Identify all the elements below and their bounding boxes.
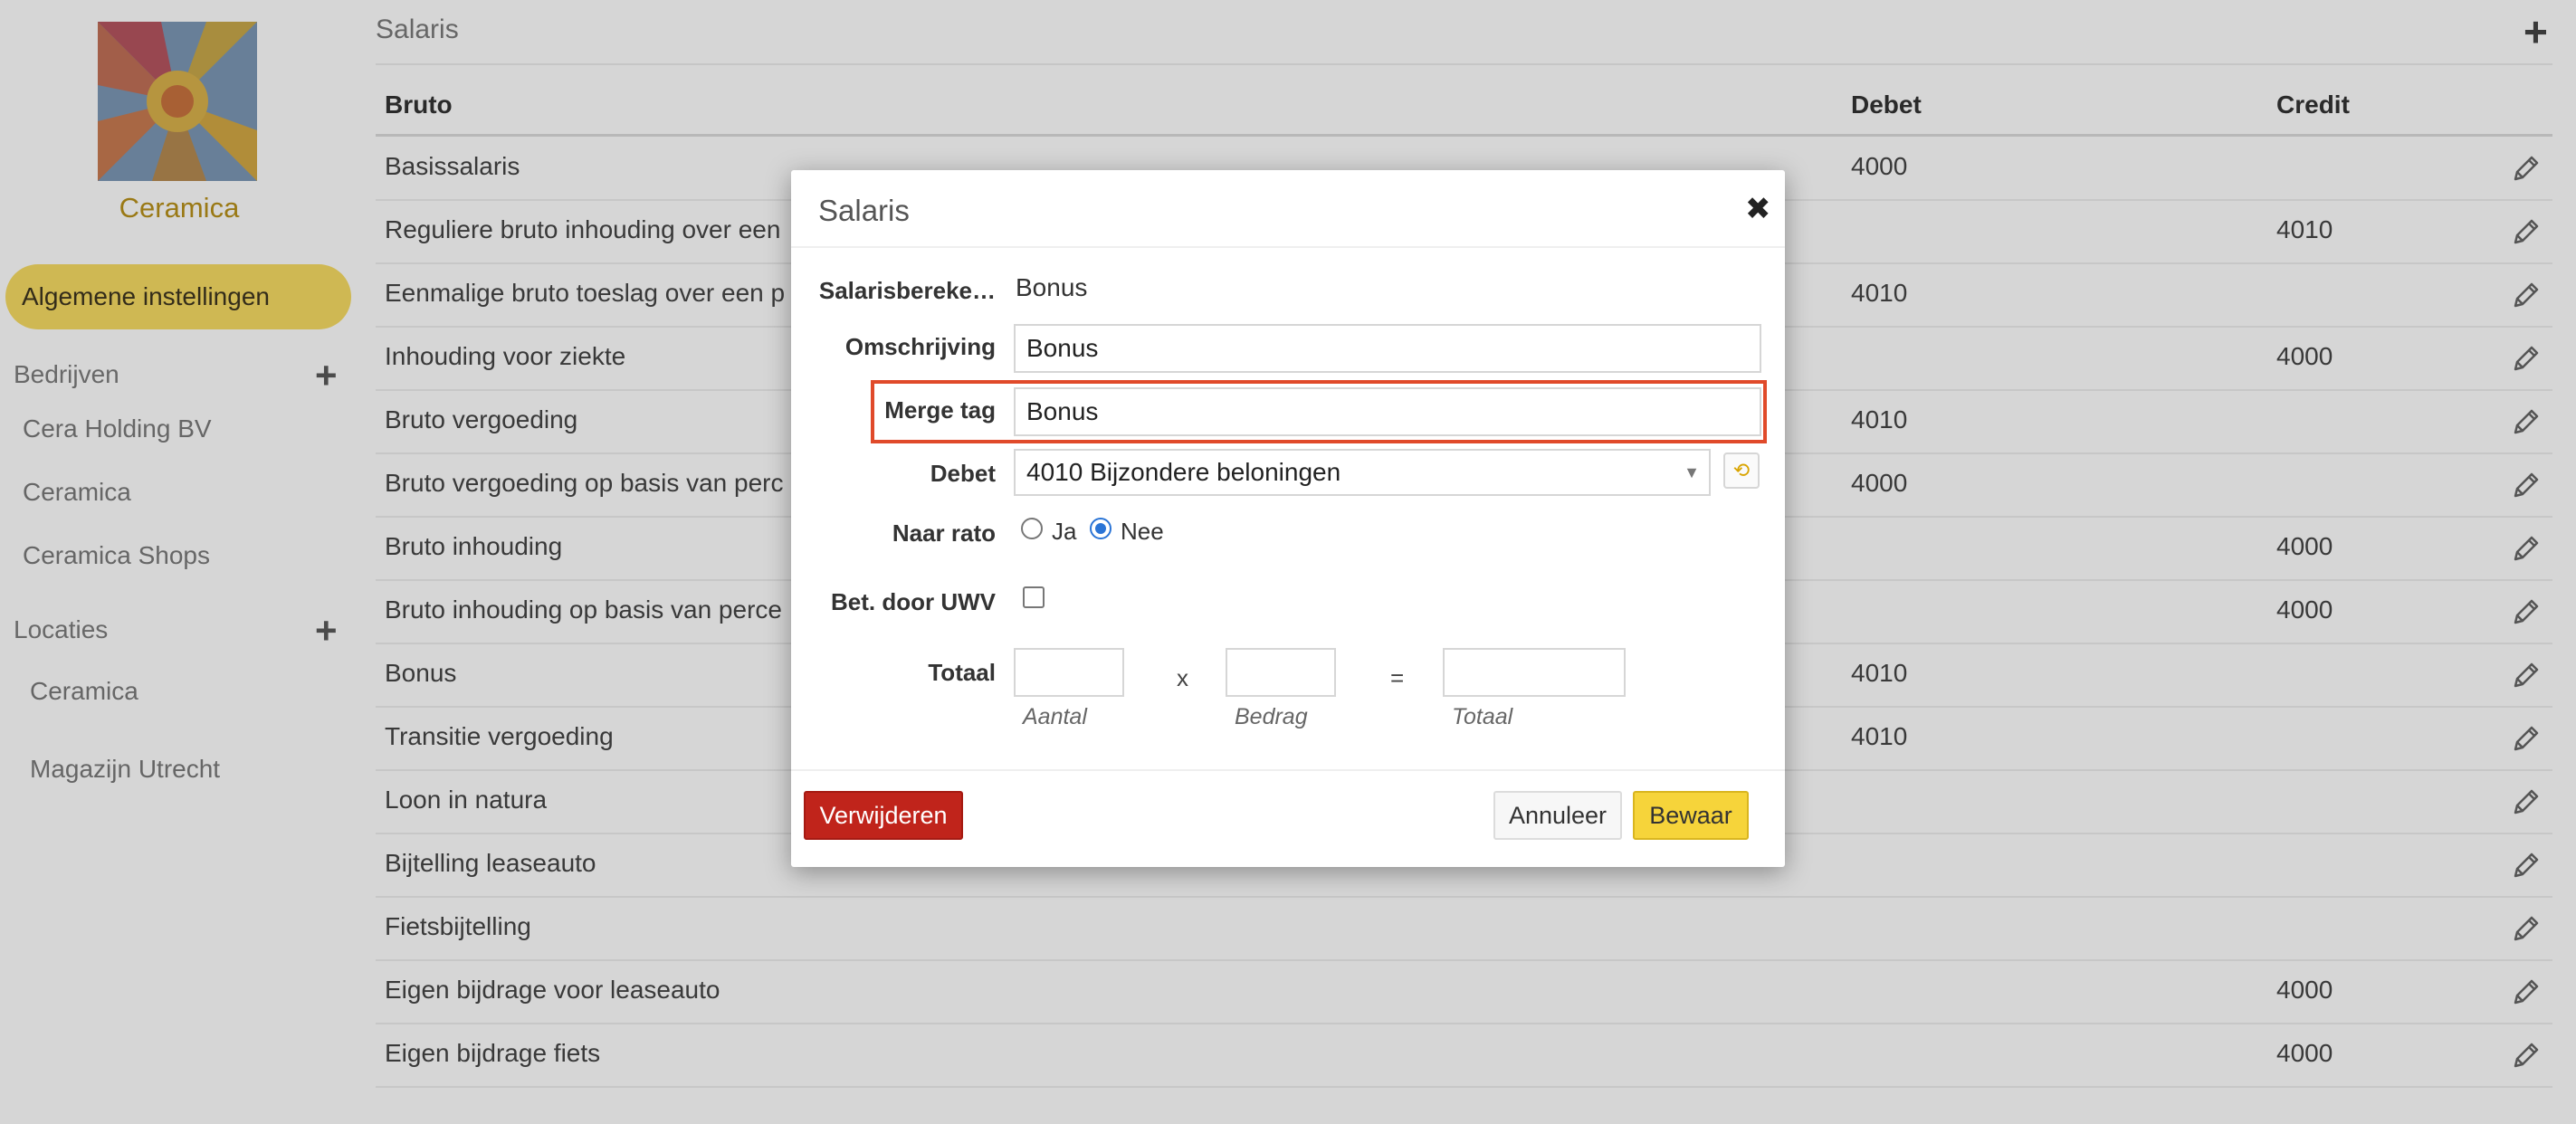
- quantity-hint: Aantal: [1023, 704, 1087, 729]
- pro-rata-no-label: Nee: [1121, 518, 1164, 545]
- dialog-title: Salaris: [818, 194, 910, 227]
- pro-rata-yes-radio[interactable]: [1021, 518, 1043, 539]
- salary-calc-value: Bonus: [1016, 273, 1088, 301]
- cancel-button[interactable]: Annuleer: [1493, 791, 1622, 840]
- description-input[interactable]: Bonus: [1014, 324, 1761, 373]
- equals-symbol: =: [1390, 664, 1405, 691]
- merge-tag-label: Merge tag: [884, 396, 996, 424]
- total-label: Totaal: [928, 659, 996, 686]
- paid-by-uwv-label: Bet. door UWV: [831, 588, 996, 615]
- salary-calc-label: Salarisbereke…: [818, 277, 996, 304]
- delete-button[interactable]: Verwijderen: [804, 791, 963, 840]
- amount-hint: Bedrag: [1235, 704, 1308, 729]
- divider: [791, 769, 1785, 771]
- pro-rata-yes-label: Ja: [1052, 518, 1077, 545]
- debit-select[interactable]: 4010 Bijzondere beloningen ▼: [1014, 449, 1711, 496]
- pro-rata-no-radio[interactable]: [1090, 518, 1111, 539]
- merge-tag-input[interactable]: Bonus: [1014, 387, 1761, 436]
- amount-input[interactable]: [1226, 648, 1336, 697]
- debit-select-value: 4010 Bijzondere beloningen: [1026, 458, 1341, 486]
- total-hint: Totaal: [1452, 704, 1513, 729]
- chevron-down-icon: ▼: [1684, 463, 1700, 481]
- save-button[interactable]: Bewaar: [1633, 791, 1749, 840]
- refresh-icon[interactable]: ⟲: [1723, 452, 1760, 489]
- divider: [791, 246, 1785, 248]
- quantity-input[interactable]: [1014, 648, 1124, 697]
- paid-by-uwv-checkbox[interactable]: [1023, 586, 1045, 608]
- close-icon[interactable]: ✖: [1745, 194, 1771, 224]
- times-symbol: x: [1177, 664, 1188, 691]
- description-label: Omschrijving: [844, 333, 996, 360]
- debit-label: Debet: [930, 460, 996, 487]
- total-input[interactable]: [1443, 648, 1626, 697]
- pro-rata-label: Naar rato: [892, 519, 996, 547]
- salary-edit-dialog: Salaris ✖ Salarisbereke… Bonus Omschrijv…: [791, 170, 1785, 867]
